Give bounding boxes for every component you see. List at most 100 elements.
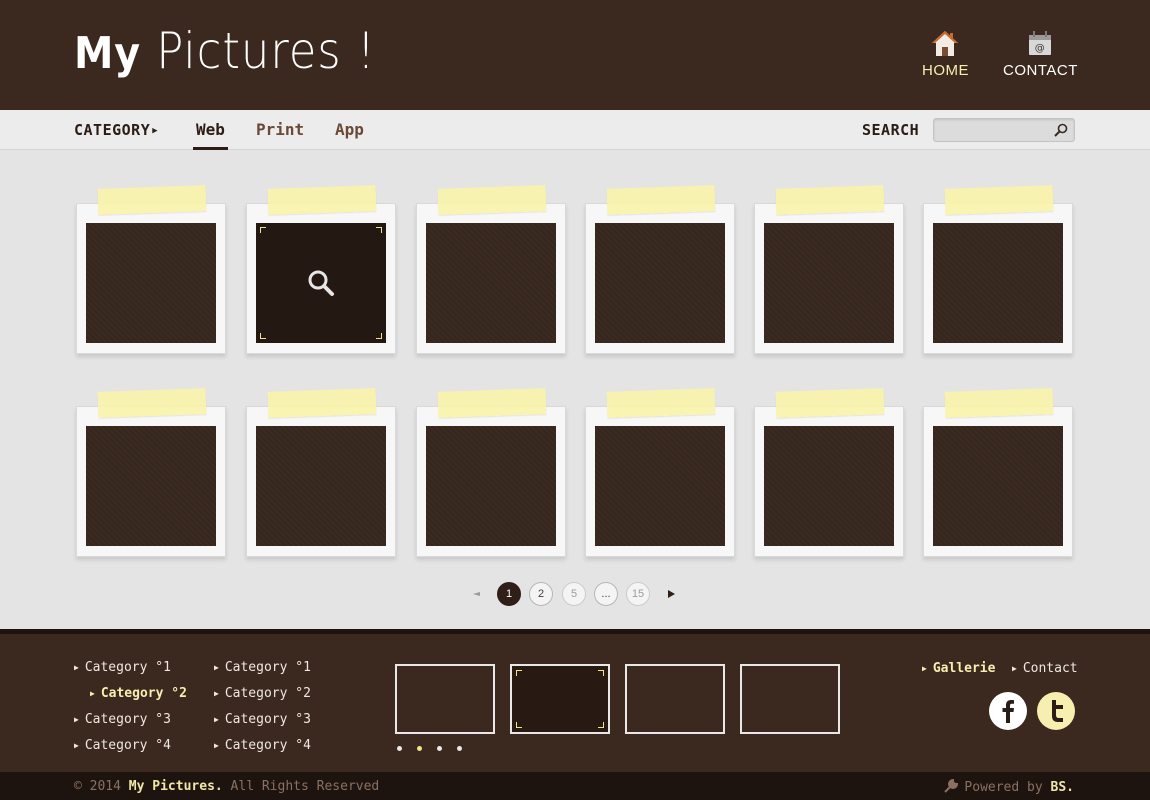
footer-link-gallerie[interactable]: ▶ Gallerie	[922, 661, 995, 676]
triangle-right-icon: ▶	[74, 741, 79, 750]
gallery-item[interactable]	[754, 388, 904, 557]
footer-slider-thumb-selected[interactable]	[510, 664, 610, 734]
footer-category-col2-1[interactable]: ▶ Category °1	[214, 660, 311, 675]
search-icon[interactable]	[1054, 123, 1068, 137]
bottom-bar: © 2014 My Pictures. All Rights Reserved …	[0, 772, 1150, 800]
gallery-photo[interactable]	[764, 426, 894, 546]
gallery-photo[interactable]	[933, 223, 1063, 343]
contact-icon: @	[1029, 31, 1051, 55]
twitter-icon	[1052, 700, 1063, 722]
gallery-photo[interactable]	[256, 223, 386, 343]
nav-contact[interactable]: @ CONTACT	[1003, 28, 1077, 79]
tab-print[interactable]: Print	[256, 120, 304, 139]
frame-corner	[598, 722, 604, 728]
gallery-item[interactable]	[76, 388, 226, 557]
footer-category-col2-4[interactable]: ▶ Category °4	[214, 738, 311, 753]
page-button-15[interactable]: 15	[626, 582, 650, 606]
gallery-photo[interactable]	[595, 223, 725, 343]
footer-category-col1-4[interactable]: ▶ Category °4	[74, 738, 171, 753]
facebook-icon	[1002, 700, 1014, 723]
triangle-right-icon: ▶	[90, 689, 95, 698]
footer-link-contact[interactable]: ▶ Contact	[1012, 661, 1078, 676]
logo-my: My	[74, 28, 142, 79]
gallery-item[interactable]	[923, 388, 1073, 557]
svg-text:@: @	[1035, 43, 1046, 54]
search-input[interactable]	[938, 121, 1048, 139]
frame-corner	[598, 670, 604, 676]
powered-by: Powered by BS.	[944, 779, 1074, 795]
filter-toolbar: CATEGORY ▶ Web Print App SEARCH	[0, 110, 1150, 150]
tape-strip	[944, 185, 1054, 215]
triangle-right-icon: ▶	[74, 663, 79, 672]
prev-page-icon[interactable]	[470, 588, 482, 600]
copyright-brand: My Pictures.	[128, 779, 223, 794]
footer-slider-thumb[interactable]	[625, 664, 725, 734]
footer-category-col2-2[interactable]: ▶ Category °2	[214, 686, 311, 701]
footer-slider-thumb[interactable]	[740, 664, 840, 734]
gallery-photo[interactable]	[764, 223, 894, 343]
tape-strip	[606, 185, 716, 215]
gallery-item[interactable]	[246, 185, 396, 354]
page-button-1[interactable]: 1	[497, 582, 521, 606]
page-button-5[interactable]: 5	[562, 582, 586, 606]
home-icon	[932, 31, 958, 56]
footer-category-col1-1[interactable]: ▶ Category °1	[74, 660, 171, 675]
slider-dot[interactable]	[437, 746, 442, 751]
gallery-item[interactable]	[416, 185, 566, 354]
copyright-text: © 2014 My Pictures. All Rights Reserved	[74, 779, 380, 794]
frame-corner	[516, 722, 522, 728]
site-header: My Pictures ! HOME @ CONTACT	[0, 0, 1150, 110]
gallery-photo[interactable]	[86, 426, 216, 546]
gallery-item[interactable]	[246, 388, 396, 557]
site-footer: ▶ Category °1 ▶ Category °2 ▶ Category °3 ▶…	[0, 629, 1150, 772]
triangle-right-icon: ▶	[214, 741, 219, 750]
wrench-icon	[944, 779, 959, 793]
slider-dot[interactable]	[457, 746, 462, 751]
footer-category-col1-3[interactable]: ▶ Category °3	[74, 712, 171, 727]
gallery-photo[interactable]	[426, 426, 556, 546]
search-label: SEARCH	[862, 121, 920, 139]
triangle-right-icon: ▶	[214, 689, 219, 698]
page-ellipsis: ...	[594, 582, 618, 606]
tape-strip	[437, 185, 547, 215]
tape-strip	[437, 388, 547, 418]
twitter-button[interactable]	[1037, 692, 1075, 730]
footer-slider-thumb[interactable]	[395, 664, 495, 734]
footer-category-col2-3[interactable]: ▶ Category °3	[214, 712, 311, 727]
gallery-item[interactable]	[923, 185, 1073, 354]
triangle-right-icon: ▶	[214, 663, 219, 672]
frame-corner	[260, 227, 266, 233]
facebook-button[interactable]	[989, 692, 1027, 730]
gallery-photo[interactable]	[426, 223, 556, 343]
tab-web[interactable]: Web	[193, 120, 228, 150]
nav-home[interactable]: HOME	[922, 28, 969, 79]
category-dropdown[interactable]: CATEGORY ▶	[74, 121, 158, 139]
tape-strip	[775, 388, 885, 418]
triangle-right-icon: ▶	[922, 664, 927, 673]
frame-corner	[376, 333, 382, 339]
gallery-item[interactable]	[585, 388, 735, 557]
frame-corner	[260, 333, 266, 339]
gallery-photo[interactable]	[933, 426, 1063, 546]
site-logo[interactable]: My Pictures !	[74, 22, 376, 80]
footer-category-col1-2[interactable]: ▶ Category °2	[90, 686, 187, 701]
slider-dot-active[interactable]	[417, 746, 422, 751]
frame-corner	[516, 670, 522, 676]
page-button-2[interactable]: 2	[529, 582, 553, 606]
gallery-item[interactable]	[76, 185, 226, 354]
tape-strip	[267, 388, 377, 418]
slider-dot[interactable]	[397, 746, 402, 751]
gallery-photo[interactable]	[86, 223, 216, 343]
logo-pictures: Pictures !	[141, 22, 376, 80]
tape-strip	[97, 185, 207, 215]
nav-home-label: HOME	[922, 62, 969, 79]
gallery-item[interactable]	[416, 388, 566, 557]
gallery-photo[interactable]	[595, 426, 725, 546]
gallery-item[interactable]	[585, 185, 735, 354]
zoom-icon[interactable]	[306, 268, 336, 298]
chevron-right-icon: ▶	[152, 126, 159, 136]
gallery-item[interactable]	[754, 185, 904, 354]
gallery-photo[interactable]	[256, 426, 386, 546]
next-page-icon[interactable]	[665, 588, 677, 600]
tab-app[interactable]: App	[335, 120, 364, 139]
